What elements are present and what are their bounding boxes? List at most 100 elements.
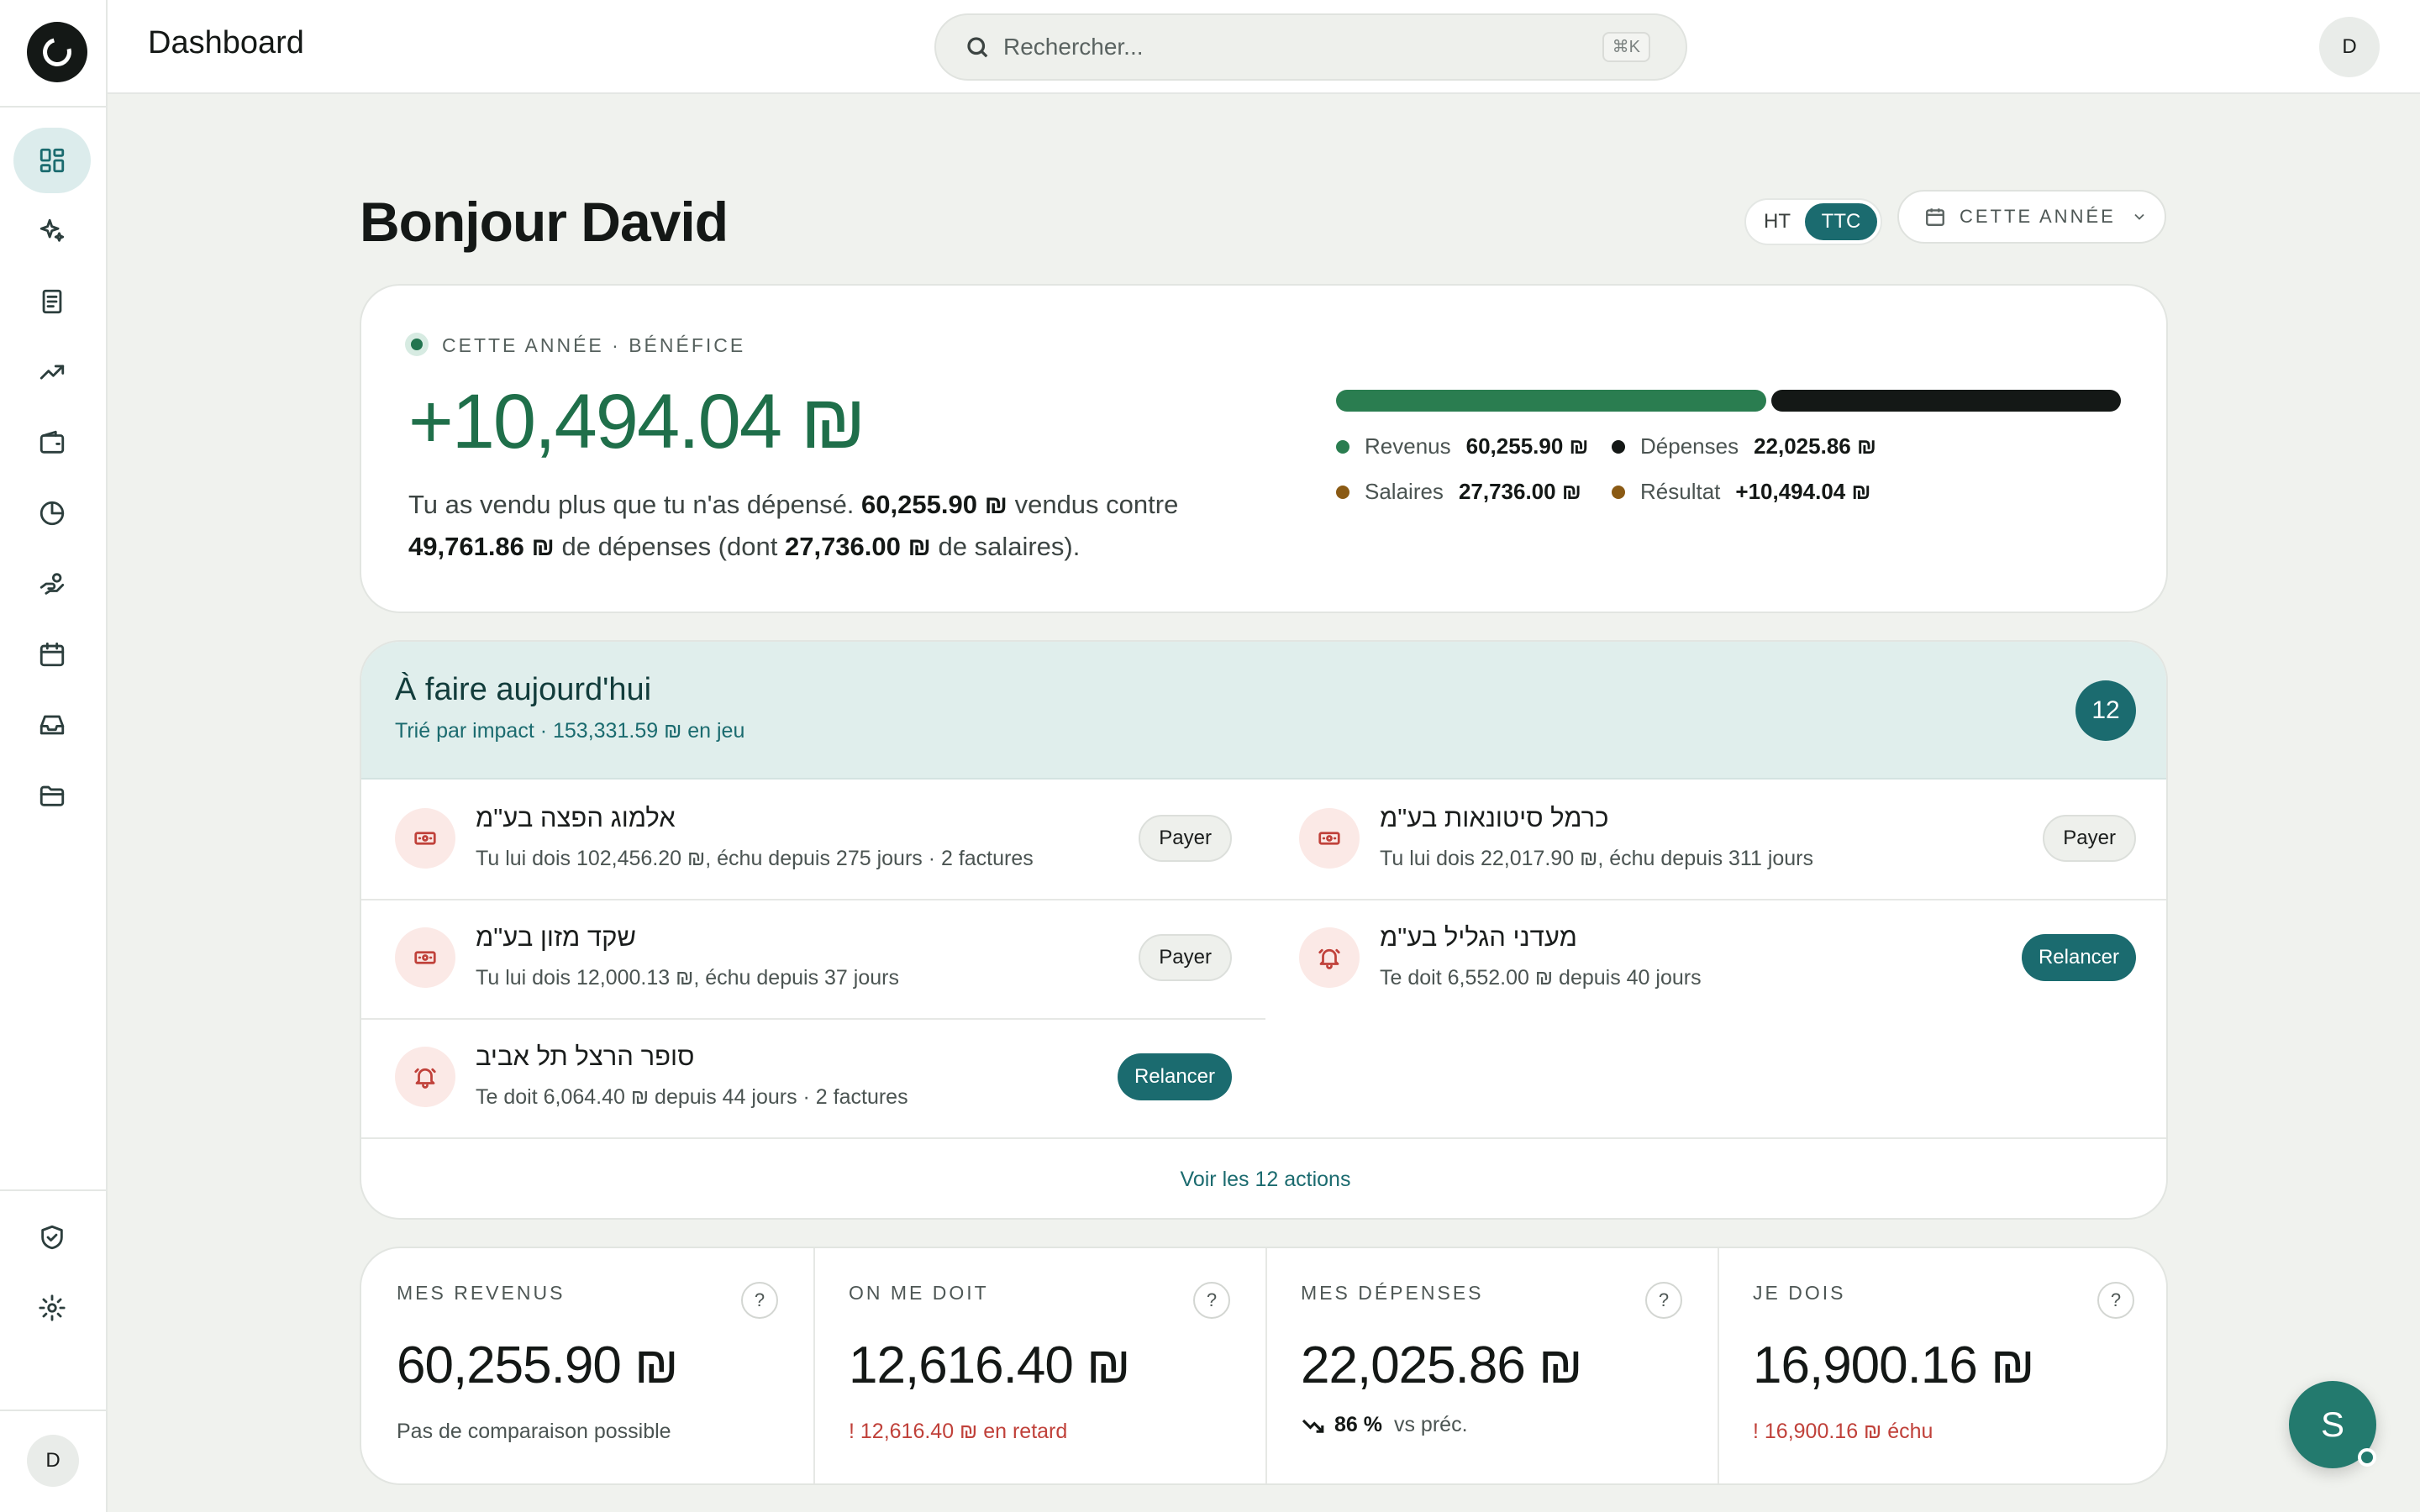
stat-note-due: ! 16,900.16 ₪ échu: [1753, 1420, 1933, 1443]
profit-card: CETTE ANNÉE · BÉNÉFICE +10,494.04 ₪ Tu a…: [360, 284, 2168, 613]
tax-mode-toggle[interactable]: HT TTC: [1744, 198, 1882, 245]
stat-value: 12,616.40 ₪: [849, 1336, 1131, 1394]
help-icon[interactable]: ?: [1645, 1282, 1682, 1319]
task-icon: [1299, 927, 1360, 988]
stat-je-dois: JE DOIS ? 16,900.16 ₪ ! 16,900.16 ₪ échu: [1718, 1248, 2166, 1483]
sidebar-item-documents[interactable]: [13, 763, 91, 828]
todo-subtitle: Trié par impact · 153,331.59 ₪ en jeu: [395, 719, 745, 743]
toggle-option-ttc[interactable]: TTC: [1805, 203, 1877, 240]
trending-up-icon: [39, 365, 65, 380]
sidebar-item-wallet[interactable]: [13, 410, 91, 475]
task-row[interactable]: סופר הרצל תל אביב Te doit 6,064.40 ₪ dep…: [361, 1018, 1265, 1137]
hand-coins-icon: [39, 573, 65, 595]
stat-on-me-doit: ON ME DOIT ? 12,616.40 ₪ ! 12,616.40 ₪ e…: [813, 1248, 1265, 1483]
toggle-option-ht[interactable]: HT: [1749, 203, 1805, 240]
page-title: Dashboard: [148, 25, 304, 60]
see-all-actions-link[interactable]: Voir les 12 actions: [1181, 1168, 1351, 1192]
legend-value: 60,255.90 ₪: [1465, 433, 1589, 459]
remind-button[interactable]: Relancer: [2021, 934, 2136, 981]
pay-button[interactable]: Payer: [1139, 934, 1232, 981]
search-input[interactable]: Rechercher... ⌘K: [934, 13, 1687, 81]
profit-summary: Tu as vendu plus que tu n'as dépensé. 60…: [408, 484, 1249, 568]
task-counterparty: מעדני הגליל בע"מ: [1380, 922, 1577, 952]
sidebar-divider: [0, 1410, 106, 1411]
revenue-bar-segment: [1336, 390, 1766, 412]
help-icon[interactable]: ?: [741, 1282, 778, 1319]
pay-button[interactable]: Payer: [2043, 815, 2136, 862]
legend-dot: [1612, 485, 1625, 499]
app-logo[interactable]: [27, 22, 87, 82]
legend-label: Dépenses: [1640, 433, 1739, 459]
task-icon: [1299, 808, 1360, 869]
todo-count-badge: 12: [2075, 680, 2136, 741]
task-row[interactable]: מעדני הגליל בע"מ Te doit 6,552.00 ₪ depu…: [1265, 899, 2166, 1018]
sidebar-item-assistant[interactable]: [13, 198, 91, 264]
sidebar-item-invoices[interactable]: [13, 269, 91, 334]
legend-dot: [1336, 485, 1349, 499]
inbox-icon: [39, 715, 65, 735]
legend-item-resultat: Résultat +10,494.04 ₪: [1612, 479, 1870, 505]
task-counterparty: כרמל סיטונאות בע"מ: [1380, 803, 1609, 832]
legend-dot: [1336, 439, 1349, 454]
sparkles-icon: [39, 218, 65, 242]
stat-note: Pas de comparaison possible: [397, 1420, 671, 1443]
pay-button[interactable]: Payer: [1139, 815, 1232, 862]
stat-note-overdue: ! 12,616.40 ₪ en retard: [849, 1420, 1068, 1443]
sidebar-item-security[interactable]: [13, 1205, 91, 1270]
sidebar-item-reports[interactable]: [13, 480, 91, 546]
sidebar-item-revenue[interactable]: [13, 339, 91, 405]
stat-note-trend: 86 % vs préc.: [1301, 1413, 1468, 1437]
legend-value: 22,025.86 ₪: [1754, 433, 1876, 459]
sidebar-item-payments[interactable]: [13, 551, 91, 617]
calendar-icon: [39, 642, 65, 667]
sidebar-item-dashboard[interactable]: [13, 128, 91, 193]
summary-salaries: 27,736.00 ₪: [784, 532, 931, 561]
help-icon[interactable]: ?: [1193, 1282, 1230, 1319]
sidebar-item-calendar[interactable]: [13, 622, 91, 687]
task-icon: [395, 808, 455, 869]
task-description: Tu lui dois 22,017.90 ₪, échu depuis 311…: [1380, 847, 1814, 870]
topbar: Dashboard Rechercher... ⌘K D: [108, 0, 2420, 94]
sidebar-divider: [0, 106, 106, 108]
search-placeholder: Rechercher...: [1003, 34, 1144, 60]
fab-initial: S: [2320, 1404, 2344, 1444]
user-avatar[interactable]: D: [2319, 17, 2380, 77]
banknote-icon: [1318, 832, 1340, 845]
logo-ring-icon: [37, 32, 77, 72]
task-row[interactable]: אלמוג הפצה בע"מ Tu lui dois 102,456.20 ₪…: [361, 780, 1265, 899]
summary-text: Tu as vendu plus que tu n'as dépensé.: [408, 490, 862, 519]
summary-spent: 49,761.86 ₪: [408, 532, 555, 561]
remind-button[interactable]: Relancer: [1117, 1053, 1232, 1100]
search-shortcut-hint: ⌘K: [1602, 32, 1650, 62]
task-row[interactable]: כרמל סיטונאות בע"מ Tu lui dois 22,017.90…: [1265, 780, 2166, 899]
profit-split-bar: [1336, 390, 2121, 412]
period-selector[interactable]: CETTE ANNÉE: [1897, 190, 2166, 244]
task-counterparty: סופר הרצל תל אביב: [476, 1042, 695, 1071]
dashboard-grid-icon: [39, 148, 65, 173]
wallet-icon: [39, 430, 65, 454]
task-icon: [395, 927, 455, 988]
online-status-icon: [2358, 1448, 2376, 1467]
shield-check-icon: [41, 1225, 63, 1250]
sidebar-item-inbox[interactable]: [13, 692, 91, 758]
stat-label: ON ME DOIT: [849, 1282, 989, 1304]
stat-label: MES DÉPENSES: [1301, 1282, 1484, 1304]
legend-value: 27,736.00 ₪: [1458, 479, 1581, 504]
task-description: Te doit 6,552.00 ₪ depuis 40 jours: [1380, 966, 1702, 990]
sidebar-item-settings[interactable]: [13, 1275, 91, 1341]
todo-footer: Voir les 12 actions: [361, 1137, 2166, 1218]
summary-text: de dépenses (dont: [554, 532, 785, 561]
legend-item-depenses: Dépenses 22,025.86 ₪: [1612, 433, 1876, 459]
calendar-icon: [1926, 208, 1944, 226]
task-description: Tu lui dois 12,000.13 ₪, échu depuis 37 …: [476, 966, 899, 990]
task-counterparty: אלמוג הפצה בע"מ: [476, 803, 676, 832]
chevron-down-icon: [2134, 213, 2144, 220]
task-row[interactable]: שקד מזון בע"מ Tu lui dois 12,000.13 ₪, é…: [361, 899, 1265, 1018]
pie-chart-icon: [39, 501, 65, 526]
stat-value: 60,255.90 ₪: [397, 1336, 679, 1394]
stat-value: 22,025.86 ₪: [1301, 1336, 1583, 1394]
assistant-chat-button[interactable]: S: [2289, 1381, 2376, 1468]
document-icon: [42, 289, 62, 314]
sidebar-user-avatar[interactable]: D: [27, 1435, 79, 1487]
help-icon[interactable]: ?: [2097, 1282, 2134, 1319]
